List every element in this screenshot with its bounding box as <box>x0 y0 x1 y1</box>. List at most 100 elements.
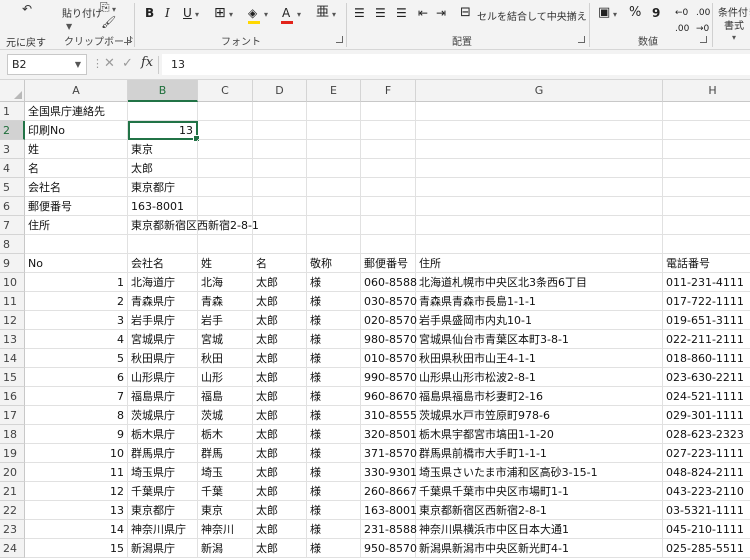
cell-b14[interactable]: 秋田県庁 <box>128 349 198 368</box>
cell-f2[interactable] <box>361 121 416 140</box>
cell-e7[interactable] <box>307 216 361 235</box>
cell-e10[interactable]: 様 <box>307 273 361 292</box>
cell-f8[interactable] <box>361 235 416 254</box>
underline-dropdown-icon[interactable]: ▾ <box>195 5 199 23</box>
cell-e4[interactable] <box>307 159 361 178</box>
cell-d23[interactable]: 太郎 <box>253 520 307 539</box>
insert-function-icon[interactable]: fx <box>141 55 153 70</box>
undo-button-label[interactable]: 元に戻す <box>6 34 46 49</box>
cell-c12[interactable]: 岩手 <box>198 311 253 330</box>
cell-a18[interactable]: 9 <box>25 425 128 444</box>
cell-f7[interactable] <box>361 216 416 235</box>
phonetic-dropdown-icon[interactable]: ▾ <box>332 5 336 23</box>
cell-d5[interactable] <box>253 178 307 197</box>
row-header[interactable]: 3 <box>0 140 25 159</box>
select-all-corner[interactable] <box>0 80 25 102</box>
cell-d17[interactable]: 太郎 <box>253 406 307 425</box>
font-color-dropdown-icon[interactable]: ▾ <box>297 5 301 23</box>
cell-d6[interactable] <box>253 197 307 216</box>
cell-a2[interactable]: 印刷No <box>25 121 128 140</box>
phonetic-icon[interactable]: 亜 <box>316 5 329 21</box>
cell-b10[interactable]: 北海道庁 <box>128 273 198 292</box>
cell-e1[interactable] <box>307 102 361 121</box>
cell-g4[interactable] <box>416 159 663 178</box>
row-header[interactable]: 8 <box>0 235 25 254</box>
cell-a3[interactable]: 姓 <box>25 140 128 159</box>
cell-a16[interactable]: 7 <box>25 387 128 406</box>
column-header-f[interactable]: F <box>361 80 416 102</box>
column-header-g[interactable]: G <box>416 80 663 102</box>
cell-b7[interactable]: 東京都新宿区西新宿2-8-1 <box>128 216 259 235</box>
cell-g16[interactable]: 福島県福島市杉妻町2-16 <box>416 387 663 406</box>
cell-c7[interactable] <box>198 216 253 235</box>
cell-h11[interactable]: 017-722-1111 <box>663 292 750 311</box>
column-header-h[interactable]: H <box>663 80 750 102</box>
row-header[interactable]: 6 <box>0 197 25 216</box>
cell-b6[interactable]: 163-8001 <box>128 197 198 216</box>
format-painter-icon[interactable]: 🖌 <box>101 15 116 29</box>
decrease-decimal-icon[interactable]: .00 →0 <box>696 5 710 37</box>
align-right-icon[interactable]: ☰ <box>396 5 407 21</box>
cell-e8[interactable] <box>307 235 361 254</box>
column-header-a[interactable]: A <box>25 80 128 102</box>
cell-a14[interactable]: 5 <box>25 349 128 368</box>
cell-d3[interactable] <box>253 140 307 159</box>
confirm-entry-icon[interactable]: ✓ <box>122 56 133 71</box>
undo-icon[interactable]: ↶ <box>22 2 32 16</box>
cell-e24[interactable]: 様 <box>307 539 361 558</box>
cell-h3[interactable] <box>663 140 750 159</box>
cell-f9[interactable]: 郵便番号 <box>361 254 416 273</box>
cell-g2[interactable] <box>416 121 663 140</box>
row-header[interactable]: 19 <box>0 444 25 463</box>
cell-b8[interactable] <box>128 235 198 254</box>
row-header[interactable]: 17 <box>0 406 25 425</box>
cell-f12[interactable]: 020-8570 <box>361 311 417 330</box>
cell-b1[interactable] <box>128 102 198 121</box>
name-box-chevron-icon[interactable]: ▼ <box>75 55 81 74</box>
row-header[interactable]: 11 <box>0 292 25 311</box>
border-dropdown-icon[interactable]: ▾ <box>229 5 233 23</box>
paste-dropdown-chevron-icon[interactable]: ▼ <box>66 18 72 34</box>
cell-d12[interactable]: 太郎 <box>253 311 307 330</box>
cell-a10[interactable]: 1 <box>25 273 128 292</box>
row-header[interactable]: 15 <box>0 368 25 387</box>
cell-g1[interactable] <box>416 102 663 121</box>
cell-e12[interactable]: 様 <box>307 311 361 330</box>
row-header[interactable]: 20 <box>0 463 25 482</box>
cell-h7[interactable] <box>663 216 750 235</box>
cell-d19[interactable]: 太郎 <box>253 444 307 463</box>
cell-g24[interactable]: 新潟県新潟市中央区新光町4-1 <box>416 539 663 558</box>
merge-dropdown-icon[interactable]: ▾ <box>571 5 575 23</box>
font-launcher-icon[interactable] <box>336 36 343 43</box>
cell-b19[interactable]: 群馬県庁 <box>128 444 198 463</box>
cell-b13[interactable]: 宮城県庁 <box>128 330 198 349</box>
cell-h10[interactable]: 011-231-4111 <box>663 273 750 292</box>
cell-d16[interactable]: 太郎 <box>253 387 307 406</box>
cell-c14[interactable]: 秋田 <box>198 349 253 368</box>
currency-dropdown-icon[interactable]: ▾ <box>613 5 617 23</box>
cell-c2[interactable] <box>198 121 253 140</box>
cell-d15[interactable]: 太郎 <box>253 368 307 387</box>
cell-b24[interactable]: 新潟県庁 <box>128 539 198 558</box>
column-header-b[interactable]: B <box>128 80 198 102</box>
cell-f22[interactable]: 163-8001 <box>361 501 417 520</box>
cell-g21[interactable]: 千葉県千葉市中央区市場町1-1 <box>416 482 663 501</box>
cell-b22[interactable]: 東京都庁 <box>128 501 198 520</box>
cell-c24[interactable]: 新潟 <box>198 539 253 558</box>
cell-f6[interactable] <box>361 197 416 216</box>
cell-d2[interactable] <box>253 121 307 140</box>
cell-f20[interactable]: 330-9301 <box>361 463 417 482</box>
cell-c13[interactable]: 宮城 <box>198 330 253 349</box>
cell-h9[interactable]: 電話番号 <box>663 254 750 273</box>
cell-f21[interactable]: 260-8667 <box>361 482 417 501</box>
decrease-indent-icon[interactable]: ⇤ <box>418 5 428 21</box>
align-center-icon[interactable]: ☰ <box>375 5 386 21</box>
cell-h16[interactable]: 024-521-1111 <box>663 387 750 406</box>
cell-f13[interactable]: 980-8570 <box>361 330 417 349</box>
cell-d18[interactable]: 太郎 <box>253 425 307 444</box>
merge-center-icon[interactable]: ⊟ <box>460 5 471 21</box>
row-header[interactable]: 2 <box>0 121 25 140</box>
cell-c6[interactable] <box>198 197 253 216</box>
cell-h8[interactable] <box>663 235 750 254</box>
cell-b18[interactable]: 栃木県庁 <box>128 425 198 444</box>
